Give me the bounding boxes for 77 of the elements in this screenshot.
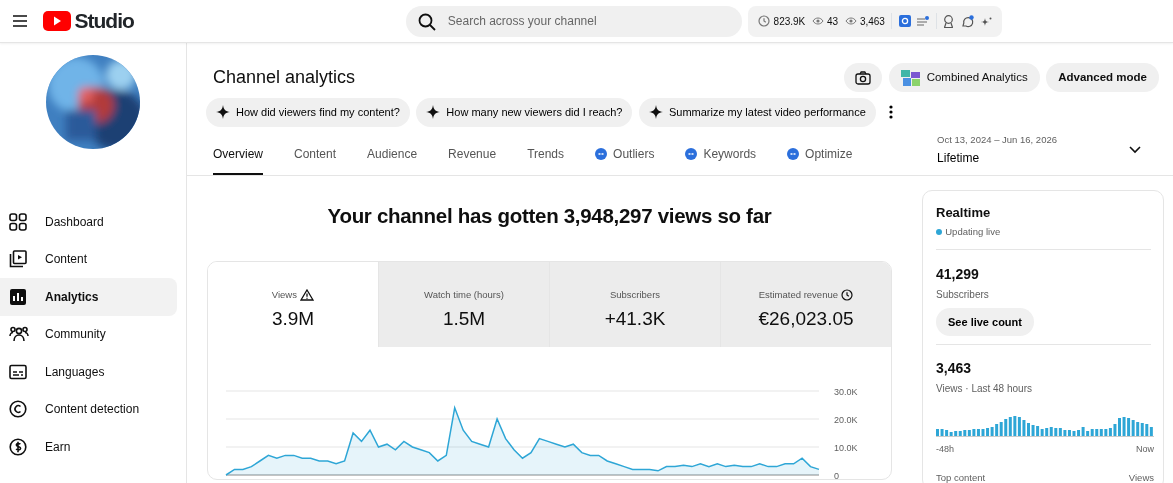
dashboard-icon: [9, 212, 27, 231]
combined-logo-icon: [900, 69, 921, 86]
video-library-icon: [9, 250, 27, 269]
status-text: Updating live: [945, 224, 1001, 239]
award-icon: [943, 14, 955, 28]
view-count: 3,463: [936, 359, 973, 379]
more-button[interactable]: [888, 105, 893, 119]
column-header: Views: [1128, 470, 1154, 483]
dollar-icon: [9, 437, 27, 456]
search-field[interactable]: Search across your channel: [405, 5, 742, 37]
page-title: Channel analytics: [213, 66, 356, 89]
prompt-chip[interactable]: How many new viewers did I reach?: [416, 97, 633, 127]
sparkle-icon: [648, 105, 663, 119]
camera-icon: [855, 70, 872, 85]
list-icon: [917, 15, 930, 27]
studio-logo[interactable]: Studio: [43, 5, 134, 37]
sidebar-item[interactable]: Content: [0, 240, 177, 278]
axis-tick-label: 10.0K: [834, 442, 858, 453]
sidebar-item[interactable]: Content detection: [0, 390, 177, 428]
warning-icon: [300, 289, 315, 302]
sidebar-item[interactable]: Community: [0, 315, 177, 353]
tab[interactable]: Keywords: [685, 145, 757, 175]
sidebar-item[interactable]: Languages: [0, 353, 177, 391]
sidebar-item[interactable]: Analytics: [0, 278, 177, 316]
prompt-chip[interactable]: Summarize my latest video performance: [638, 97, 876, 127]
action-button[interactable]: Advanced mode: [1046, 63, 1159, 92]
analytics-icon: [9, 287, 27, 306]
axis-tick-label: 30.0K: [834, 386, 858, 397]
subscriber-count: 41,299: [936, 264, 980, 284]
sparkle-icon: [216, 105, 230, 119]
screenshot-button[interactable]: [844, 63, 883, 92]
tab[interactable]: Content: [294, 145, 337, 175]
sidebar-item[interactable]: Dashboard: [0, 203, 177, 241]
eye-icon: [811, 16, 824, 26]
metric-tab[interactable]: Watch time (hours) 1.5M: [379, 262, 550, 347]
eye-icon: [844, 16, 857, 26]
tab[interactable]: Optimize: [787, 145, 853, 175]
axis-label: Now: [1136, 443, 1154, 457]
sidebar-item[interactable]: Earn: [0, 428, 177, 466]
tab[interactable]: Outliers: [595, 145, 655, 175]
extension-badge-icon: [787, 148, 800, 160]
headline: Your channel has gotten 3,948,297 views so far: [327, 203, 772, 229]
extension-badge-icon: [685, 148, 698, 160]
clock-icon: [758, 15, 771, 27]
stat-value: 823.9K: [773, 14, 806, 29]
action-button[interactable]: Combined Analytics: [888, 63, 1040, 92]
axis-label: -48h: [936, 443, 954, 457]
clock-icon: [841, 289, 854, 302]
column-header: Top content: [936, 470, 986, 483]
metric-label: Views · Last 48 hours: [936, 382, 1033, 397]
metric-tab[interactable]: Subscribers +41.3K: [550, 262, 721, 347]
axis-tick-label: 20.0K: [834, 414, 858, 425]
menu-button[interactable]: [13, 15, 27, 27]
stat-value: 43: [827, 14, 839, 29]
extension-badge-icon: [595, 148, 608, 160]
tab[interactable]: Overview: [213, 145, 263, 175]
chevron-down-icon: [1129, 146, 1141, 154]
sparkle-icon: [426, 105, 441, 119]
people-icon: [9, 325, 29, 344]
extension-logo-icon: [898, 15, 911, 27]
tab[interactable]: Revenue: [448, 145, 497, 175]
sparkle-icon: [980, 15, 993, 27]
see-live-count-button[interactable]: See live count: [936, 308, 1034, 337]
subtitles-icon: [9, 363, 27, 380]
axis-tick-label: 0: [834, 470, 839, 479]
live-dot-icon: [936, 228, 942, 235]
chat-icon: [960, 14, 974, 28]
metric-tab[interactable]: Estimated revenue €26,023.05: [721, 262, 891, 347]
stat-value: 3,463: [859, 14, 885, 29]
tab[interactable]: Audience: [367, 145, 418, 175]
date-range-picker[interactable]: Oct 13, 2024 – Jun 16, 2026 Lifetime: [931, 131, 1147, 169]
prompt-chip[interactable]: How did viewers find my content?: [206, 97, 410, 127]
metric-label: Subscribers: [936, 287, 990, 302]
card-title: Realtime: [936, 204, 992, 222]
copyright-icon: [9, 400, 27, 419]
metric-tab[interactable]: Views 3.9M: [208, 262, 379, 347]
tab[interactable]: Trends: [527, 145, 565, 175]
